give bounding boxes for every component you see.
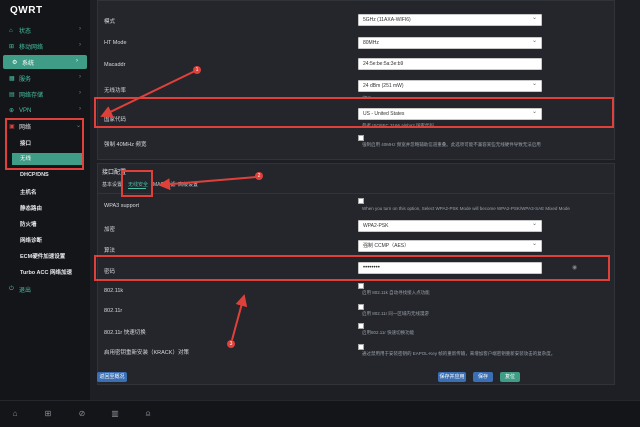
sidebar-subitem-firewall[interactable]: 防火墙	[20, 220, 37, 228]
tab-divider	[97, 193, 615, 194]
annotation-badge-2: 2	[255, 172, 263, 180]
wpa3-support-label: WPA3 support	[104, 203, 140, 209]
annotation-box-security-tab	[121, 170, 153, 197]
save-button[interactable]: 保存	[473, 372, 493, 382]
sidebar-item-label: VPN	[19, 107, 32, 114]
back-to-overview-button[interactable]: 返回至概况	[97, 372, 127, 382]
80211k-checkbox[interactable]	[358, 283, 364, 289]
sidebar-item-label: 服务	[19, 77, 32, 83]
80211r-checkbox[interactable]	[358, 304, 364, 310]
tab-general[interactable]: 基本设置	[102, 181, 122, 188]
sidebar-item-label: 状态	[19, 29, 32, 35]
force-40mhz-checkbox[interactable]	[358, 135, 364, 141]
storage-icon: ▤	[9, 92, 15, 98]
sidebar-item-label: 退出	[19, 288, 32, 294]
sidebar-subitem-static-routes[interactable]: 静态路由	[20, 204, 42, 212]
chevron-right-icon: ›	[79, 74, 81, 80]
tab-advanced[interactable]: 高级设置	[178, 181, 198, 188]
ht-mode-label: HT Mode	[104, 40, 127, 46]
80211r-fast-hint: 启用802.11r 快速切换功能	[362, 330, 415, 335]
sidebar-subitem-diagnostics[interactable]: 网络诊断	[20, 236, 42, 244]
tx-power-select[interactable]: 24 dBm (251 mW)	[358, 79, 542, 92]
sidebar-item-vpn[interactable]: ⊕ VPN ›	[0, 103, 90, 118]
encryption-select[interactable]: WPA2-PSK	[358, 219, 542, 232]
macaddr-label: Macaddr	[104, 62, 126, 68]
reset-button[interactable]: 复位	[500, 372, 520, 382]
krack-label: 启用密钥重新安装（KRACK）对策	[104, 350, 189, 356]
sidebar-subitem-hostnames[interactable]: 主机名	[20, 188, 37, 196]
chevron-right-icon: ›	[79, 42, 81, 48]
annotation-badge-3: 3	[227, 340, 235, 348]
ht-mode-select[interactable]: 80MHz	[358, 36, 542, 49]
80211r-hint: 启用 802.11r 同一区域内无线漫游	[362, 311, 429, 316]
sidebar-subitem-turbo-acc[interactable]: Turbo ACC 网络加速	[20, 268, 72, 276]
sidebar-subitem-dhcp-dns[interactable]: DHCP/DNS	[20, 172, 49, 178]
cipher-label: 算法	[104, 248, 116, 254]
annotation-box-sidebar-wireless	[5, 118, 84, 170]
tab-mac-filter[interactable]: MAC 过滤	[153, 181, 176, 188]
sidebar-item-mobile-network[interactable]: ⊞ 移动网络 ›	[0, 39, 90, 54]
chevron-right-icon: ›	[79, 106, 81, 112]
save-apply-button[interactable]: 保存并应用	[438, 372, 466, 382]
vpn-icon: ⊕	[9, 108, 15, 114]
user-icon[interactable]: ⍝	[143, 409, 153, 419]
krack-hint: 通过禁用用于安装密钥的 EAPOL-Key 帧的重新传输，来增加客户端密钥重新安…	[362, 351, 556, 356]
annotation-badge-1: 1	[193, 66, 201, 74]
sidebar-item-label: 移动网络	[19, 45, 44, 51]
annotation-box-password	[94, 255, 610, 281]
sidebar-subitem-ecm[interactable]: ECM硬件加速设置	[20, 252, 65, 260]
sidebar-item-logout[interactable]: ⏻ 退出	[0, 282, 90, 297]
bottom-nav-bar	[0, 400, 640, 427]
encryption-label: 加密	[104, 227, 116, 233]
wpa3-support-hint: When you turn on this option, Select WPA…	[362, 206, 570, 211]
80211r-fast-checkbox[interactable]	[358, 323, 364, 329]
home-icon: ⌂	[9, 27, 13, 34]
logout-icon: ⏻	[9, 286, 14, 292]
sidebar-item-storage[interactable]: ▤ 网络存储 ›	[0, 87, 90, 102]
cipher-select[interactable]: 强制 CCMP（AES）	[358, 239, 542, 252]
signal-icon: ⊞	[9, 44, 15, 50]
force-40mhz-hint: 强制启用 40MHz 频宽并忽略辅助信道重叠。此选项可能不兼容某些无线硬件导致无…	[362, 142, 541, 147]
sidebar-item-label: 网络存储	[19, 93, 44, 99]
force-40mhz-label: 强制 40MHz 频宽	[104, 142, 147, 148]
80211r-label: 802.11r	[104, 308, 123, 314]
mode-label: 模式	[104, 19, 116, 25]
annotation-box-country-code	[94, 97, 614, 128]
krack-checkbox[interactable]	[358, 344, 364, 350]
chevron-right-icon: ›	[76, 58, 78, 64]
grid-icon[interactable]: ⊞	[43, 409, 53, 419]
chevron-right-icon: ›	[79, 90, 81, 96]
mode-select[interactable]: 5GHz (11AXA-WIFI6)	[358, 13, 542, 26]
gear-icon: ⚙	[12, 59, 18, 66]
sidebar-item-label: 系统	[22, 60, 35, 67]
80211k-label: 802.11k	[104, 288, 124, 294]
80211k-hint: 启用 802.11k 自动寻找接入点功能	[362, 290, 430, 295]
compass-icon[interactable]: ⊘	[77, 409, 87, 419]
sidebar-item-system[interactable]: ⚙ 系统 ›	[3, 55, 87, 69]
tx-power-label: 无线功率	[104, 88, 127, 94]
home-icon[interactable]: ⌂	[10, 409, 20, 419]
macaddr-input[interactable]: 24:5e:be:5a:3e:b9	[358, 58, 542, 70]
sidebar-item-services[interactable]: ▦ 服务 ›	[0, 71, 90, 86]
grid-icon: ▦	[9, 76, 15, 82]
sidebar: QWRT ⌂ 状态 › ⊞ 移动网络 › ⚙ 系统 › ▦ 服务 › ▤ 网络存…	[0, 0, 90, 400]
stats-icon[interactable]: ▥	[110, 409, 120, 419]
sidebar-item-status[interactable]: ⌂ 状态 ›	[0, 23, 90, 38]
80211r-fast-label: 802.11r 快速切换	[104, 330, 146, 336]
brand-logo: QWRT	[10, 5, 43, 16]
chevron-right-icon: ›	[79, 26, 81, 32]
wpa3-support-checkbox[interactable]	[358, 198, 364, 204]
